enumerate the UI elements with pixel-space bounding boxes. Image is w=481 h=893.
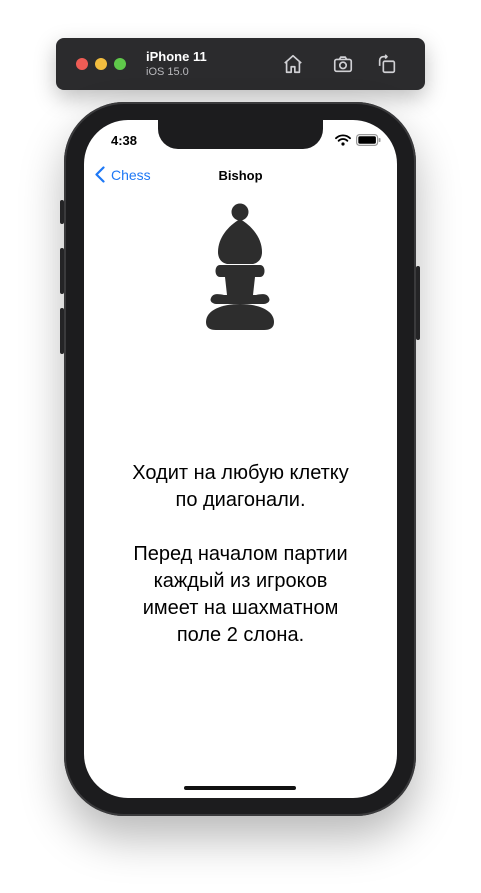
description-line: каждый из игроков — [153, 570, 328, 592]
screenshot-button[interactable] — [331, 52, 355, 76]
description-line: Ходит на любую клетку — [132, 462, 349, 484]
nav-title: Bishop — [218, 168, 263, 183]
minimize-window-button[interactable] — [95, 58, 107, 70]
bishop-icon — [206, 203, 274, 330]
wifi-icon — [335, 134, 351, 146]
description-line: поле 2 слона. — [176, 624, 305, 646]
os-version: iOS 15.0 — [146, 66, 189, 78]
navigation-bar: Chess Bishop — [84, 164, 397, 188]
home-button[interactable] — [281, 52, 305, 76]
description-line: имеет на шахматном — [142, 597, 339, 619]
zoom-window-button[interactable] — [114, 58, 126, 70]
device-name: iPhone 11 — [146, 49, 207, 64]
home-indicator[interactable] — [184, 786, 296, 790]
screenshot-icon — [333, 56, 353, 73]
home-icon — [284, 54, 302, 74]
battery-icon — [356, 134, 381, 146]
status-icons — [335, 134, 381, 146]
close-window-button[interactable] — [76, 58, 88, 70]
notch — [158, 120, 323, 149]
piece-description: Ходит на любую клетку по диагонали. Пере… — [84, 460, 397, 649]
phone-screen: 4:38 Chess Bishop Ходит на любую клетку … — [84, 120, 397, 798]
description-paragraph-1: Ходит на любую клетку по диагонали. — [84, 460, 397, 514]
rotate-button[interactable] — [375, 52, 399, 76]
power-button — [416, 266, 420, 340]
simulator-toolbar: iPhone 11 iOS 15.0 — [56, 38, 425, 90]
status-time: 4:38 — [111, 133, 138, 148]
description-line: Перед началом партии — [133, 543, 348, 565]
rotate-icon — [378, 54, 396, 74]
description-line: по диагонали. — [175, 489, 306, 511]
description-paragraph-2: Перед началом партии каждый из игроков и… — [84, 541, 397, 649]
